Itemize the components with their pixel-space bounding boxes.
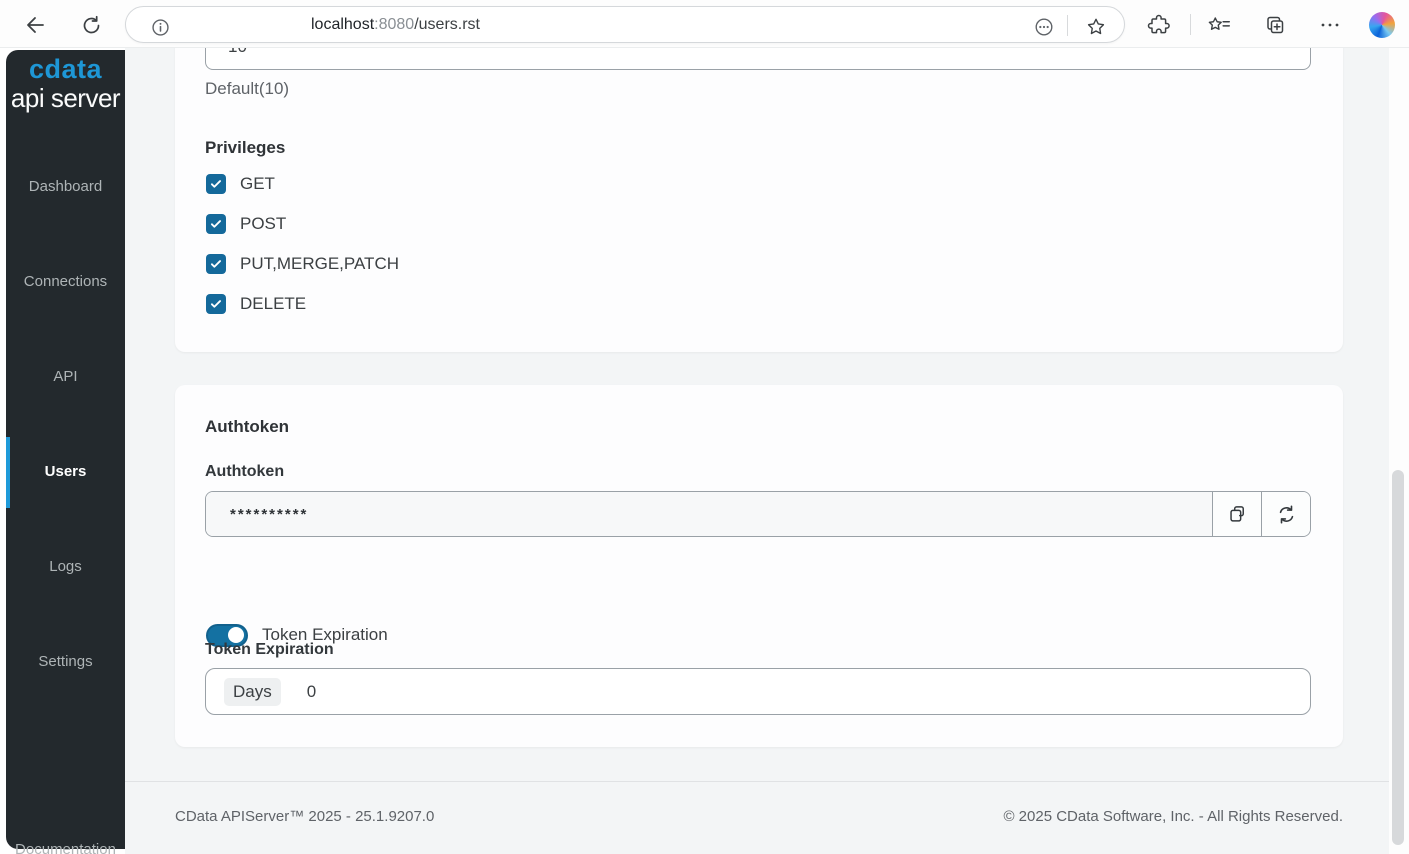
collections-icon <box>1263 13 1287 37</box>
url-path: /users.rst <box>414 16 480 33</box>
authtoken-input-group <box>205 491 1311 537</box>
ellipsis-circle-icon <box>1033 16 1055 38</box>
back-arrow-icon <box>23 13 47 37</box>
privilege-delete-checkbox[interactable]: DELETE <box>206 290 306 318</box>
url-port: :8080 <box>374 16 414 33</box>
sidebar-item-api[interactable]: API <box>6 362 125 392</box>
address-more-button[interactable] <box>1031 14 1057 40</box>
privilege-post-label: POST <box>240 214 286 234</box>
favorites-button[interactable] <box>1206 12 1232 38</box>
privilege-post-checkbox[interactable]: POST <box>206 210 286 238</box>
copilot-icon[interactable] <box>1369 12 1395 38</box>
favorites-star-lines-icon <box>1206 13 1232 37</box>
footer-version-text: CData APIServer™ 2025 - 25.1.9207.0 <box>175 806 434 828</box>
sidebar-item-settings[interactable]: Settings <box>6 647 125 677</box>
token-expiration-input[interactable]: Days 0 <box>205 668 1311 715</box>
toolbar-divider <box>1190 14 1191 35</box>
collections-button[interactable] <box>1262 12 1288 38</box>
privilege-delete-label: DELETE <box>240 294 306 314</box>
page-size-helper-text: Default(10) <box>205 78 289 100</box>
back-button[interactable] <box>22 12 48 38</box>
sidebar-item-connections[interactable]: Connections <box>6 267 125 297</box>
extensions-button[interactable] <box>1146 12 1172 38</box>
checkbox-checked-icon <box>206 214 226 234</box>
privileges-card <box>175 48 1343 352</box>
settings-menu-button[interactable] <box>1317 12 1343 38</box>
regenerate-authtoken-button[interactable] <box>1261 492 1310 536</box>
url-host: localhost <box>311 16 374 33</box>
address-bar[interactable]: localhost:8080/users.rst <box>125 6 1125 43</box>
refresh-icon <box>80 14 103 37</box>
puzzle-extensions-icon <box>1147 13 1171 37</box>
copy-icon <box>1226 503 1248 525</box>
token-expiration-unit: Days <box>224 678 281 706</box>
sidebar-item-documentation[interactable]: Documentation <box>6 835 125 854</box>
active-nav-indicator <box>6 437 10 508</box>
refresh-button[interactable] <box>78 12 104 38</box>
info-icon <box>150 17 171 38</box>
checkbox-checked-icon <box>206 254 226 274</box>
token-expiration-label: Token Expiration <box>205 639 334 661</box>
sidebar-item-dashboard[interactable]: Dashboard <box>6 172 125 202</box>
scrollbar-thumb[interactable] <box>1392 470 1404 845</box>
privilege-put-merge-patch-checkbox[interactable]: PUT,MERGE,PATCH <box>206 250 399 278</box>
privileges-heading: Privileges <box>205 137 285 159</box>
site-info-button[interactable] <box>147 14 173 40</box>
more-dots-icon <box>1318 13 1342 37</box>
sidebar-item-users[interactable]: Users <box>6 457 125 487</box>
token-expiration-value: 0 <box>307 682 316 702</box>
api-server-logo-text: api server <box>6 83 125 114</box>
scrollbar-track[interactable] <box>1389 48 1409 854</box>
authtoken-label: Authtoken <box>205 461 284 483</box>
checkbox-checked-icon <box>206 174 226 194</box>
refresh-token-icon <box>1275 503 1298 526</box>
favorite-this-page-button[interactable] <box>1083 14 1109 40</box>
copy-authtoken-button[interactable] <box>1212 492 1261 536</box>
browser-toolbar: localhost:8080/users.rst <box>0 0 1409 48</box>
star-icon <box>1085 16 1107 38</box>
privilege-get-checkbox[interactable]: GET <box>206 170 275 198</box>
checkbox-checked-icon <box>206 294 226 314</box>
sidebar-item-logs[interactable]: Logs <box>6 552 125 582</box>
page: cdata api server Dashboard Connections A… <box>0 48 1409 854</box>
privilege-get-label: GET <box>240 174 275 194</box>
page-size-input[interactable] <box>205 48 1311 70</box>
authtoken-input[interactable] <box>206 492 1212 536</box>
authtoken-heading: Authtoken <box>205 416 289 438</box>
url-text[interactable]: localhost:8080/users.rst <box>311 7 480 42</box>
footer-copyright-text: © 2025 CData Software, Inc. - All Rights… <box>1003 806 1343 828</box>
address-bar-divider <box>1067 15 1068 36</box>
footer-divider <box>125 781 1389 782</box>
sidebar: cdata api server Dashboard Connections A… <box>6 50 125 849</box>
cdata-logo: cdata <box>6 54 125 85</box>
privilege-put-merge-patch-label: PUT,MERGE,PATCH <box>240 254 399 274</box>
